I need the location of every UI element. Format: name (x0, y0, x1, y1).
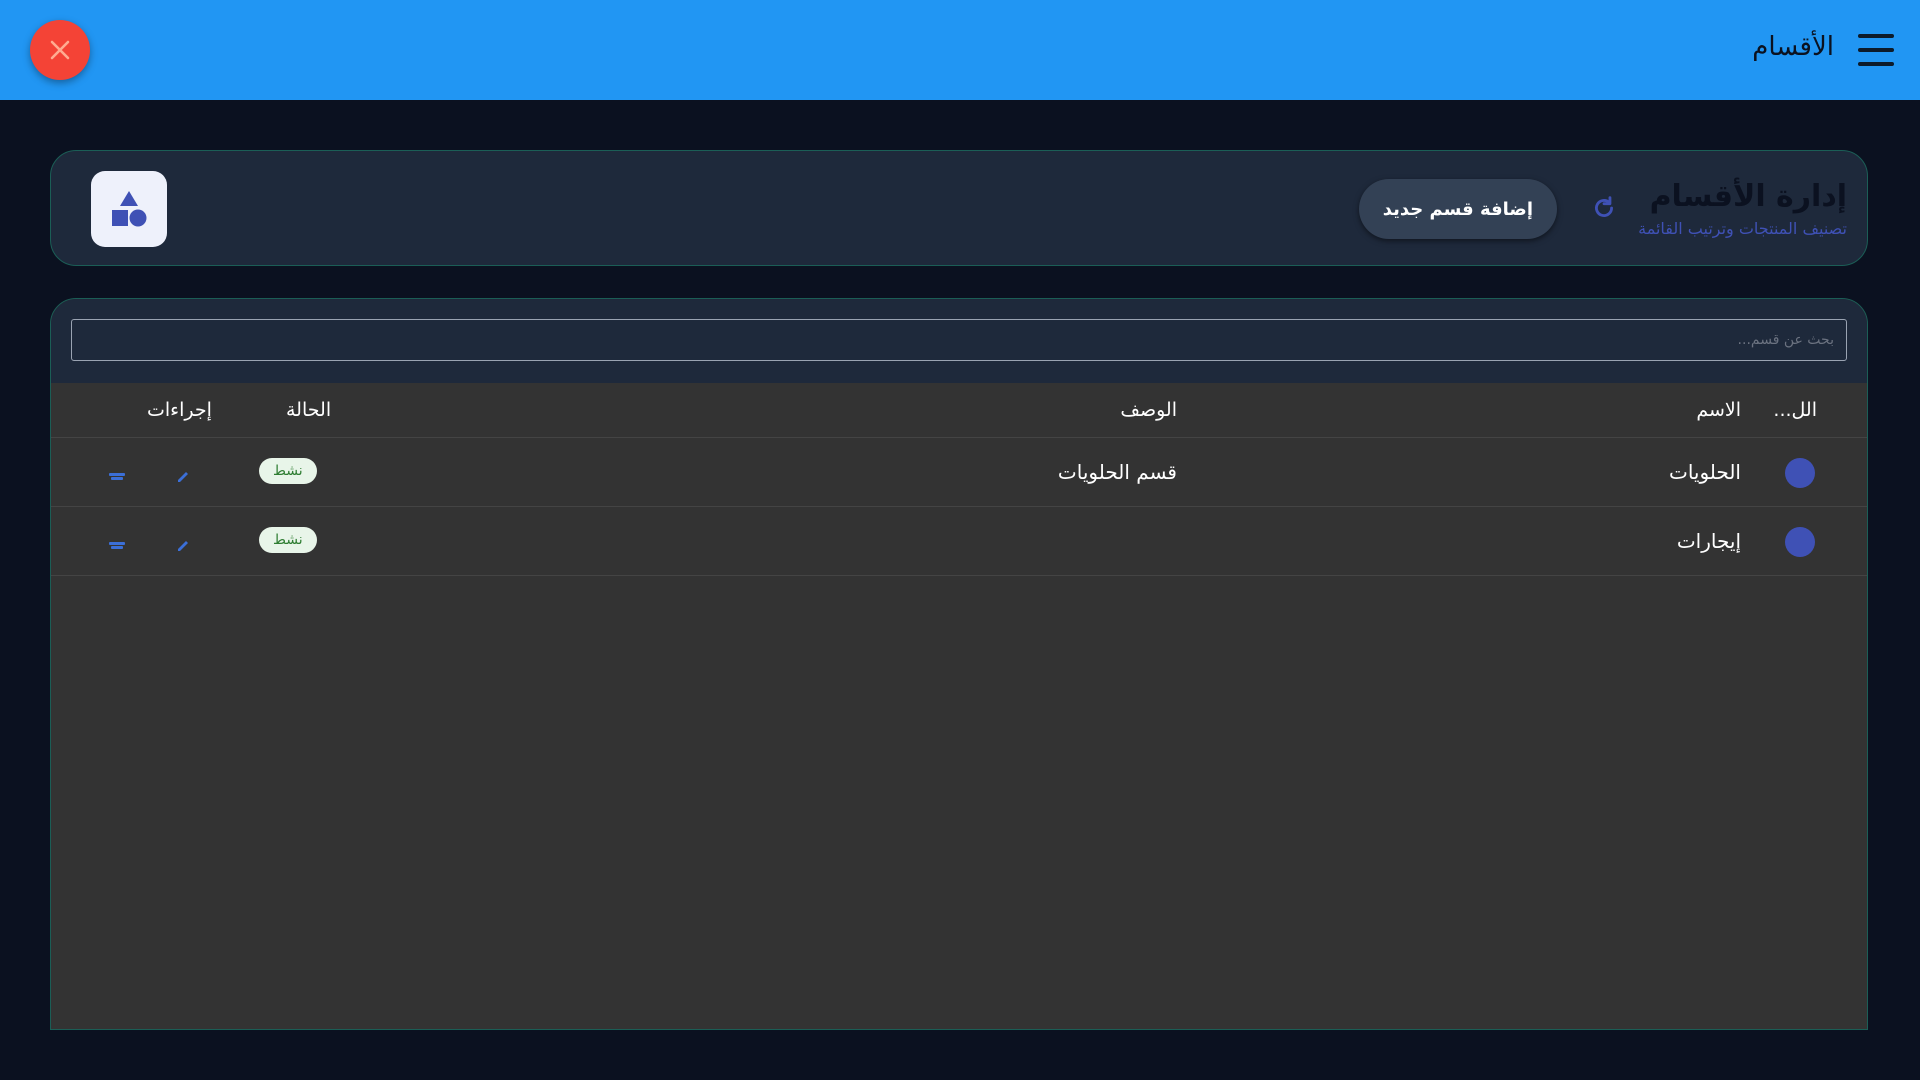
header-card: إدارة الأقسام تصنيف المنتجات وترتيب القا… (50, 150, 1868, 266)
app-bar: الأقسام (0, 0, 1920, 100)
table-row: إيجارات نشط (51, 507, 1867, 576)
column-color[interactable]: الل... (1773, 399, 1817, 421)
close-button[interactable] (30, 20, 90, 80)
category-color-swatch (1785, 458, 1815, 488)
column-status[interactable]: الحالة (286, 399, 331, 421)
edit-icon (178, 472, 188, 482)
category-description: قسم الحلويات (1057, 460, 1177, 484)
column-description[interactable]: الوصف (1120, 399, 1177, 421)
delete-icon (109, 473, 125, 480)
shapes-icon (112, 191, 147, 227)
status-badge: نشط (259, 527, 317, 553)
category-color-swatch (1785, 527, 1815, 557)
categories-table-card: الل... الاسم الوصف الحالة إجراءات الحلوي… (50, 298, 1868, 1030)
edit-button[interactable] (175, 468, 191, 484)
edit-button[interactable] (175, 537, 191, 553)
page-title: إدارة الأقسام (1649, 179, 1847, 214)
refresh-icon (1595, 196, 1613, 217)
add-category-button[interactable]: إضافة قسم جديد (1358, 179, 1557, 239)
column-actions: إجراءات (147, 399, 212, 421)
column-name[interactable]: الاسم (1696, 399, 1741, 421)
search-bar (51, 299, 1867, 383)
delete-button[interactable] (107, 537, 127, 553)
delete-button[interactable] (107, 468, 127, 484)
menu-icon[interactable] (1858, 32, 1894, 68)
category-name: الحلويات (1668, 460, 1741, 484)
edit-icon (178, 541, 188, 551)
category-logo (91, 171, 167, 247)
delete-icon (109, 542, 125, 549)
table-header: الل... الاسم الوصف الحالة إجراءات (51, 383, 1867, 438)
table-row: الحلويات قسم الحلويات نشط (51, 438, 1867, 507)
status-badge: نشط (259, 458, 317, 484)
refresh-button[interactable] (1591, 195, 1617, 221)
search-input[interactable] (71, 319, 1847, 361)
app-bar-title: الأقسام (1752, 32, 1834, 62)
category-name: إيجارات (1676, 529, 1741, 553)
close-icon (50, 40, 70, 60)
page-subtitle: تصنيف المنتجات وترتيب القائمة (1638, 219, 1847, 238)
